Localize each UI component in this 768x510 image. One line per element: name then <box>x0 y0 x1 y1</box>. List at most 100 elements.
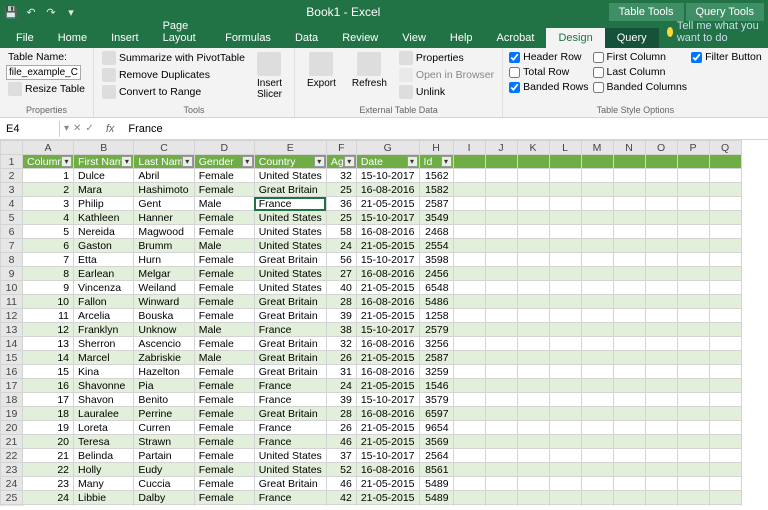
cell[interactable] <box>549 295 581 309</box>
cell[interactable] <box>517 323 549 337</box>
cell[interactable]: 3259 <box>419 365 453 379</box>
cell[interactable] <box>613 225 645 239</box>
cell[interactable] <box>613 379 645 393</box>
cell[interactable]: 2564 <box>419 449 453 463</box>
column-header[interactable]: I <box>453 141 485 155</box>
row-header[interactable]: 14 <box>1 337 23 351</box>
cell[interactable] <box>453 365 485 379</box>
cell[interactable]: 16-08-2016 <box>356 337 419 351</box>
total-row-check[interactable]: Total Row <box>509 65 588 79</box>
cell[interactable] <box>613 309 645 323</box>
cell[interactable] <box>677 379 709 393</box>
cell[interactable] <box>485 169 517 183</box>
cell[interactable] <box>581 379 613 393</box>
column-header[interactable]: F <box>326 141 356 155</box>
cell[interactable] <box>645 267 677 281</box>
cell[interactable] <box>645 421 677 435</box>
cell[interactable]: 21-05-2015 <box>356 435 419 449</box>
cell[interactable] <box>613 449 645 463</box>
undo-icon[interactable]: ↶ <box>24 5 38 19</box>
cell[interactable] <box>613 211 645 225</box>
cell[interactable]: 15-10-2017 <box>356 253 419 267</box>
cell[interactable]: Gent <box>134 197 194 211</box>
column-header[interactable]: H <box>419 141 453 155</box>
cell[interactable]: United States <box>254 225 326 239</box>
column-header[interactable]: E <box>254 141 326 155</box>
unlink-button[interactable]: Unlink <box>397 84 496 100</box>
cell[interactable] <box>613 491 645 505</box>
cell[interactable] <box>453 267 485 281</box>
cell[interactable]: 2587 <box>419 197 453 211</box>
cell[interactable] <box>613 351 645 365</box>
cell[interactable]: 3569 <box>419 435 453 449</box>
cell[interactable] <box>709 449 741 463</box>
cell[interactable] <box>549 505 581 507</box>
cell[interactable] <box>453 463 485 477</box>
cell[interactable] <box>677 155 709 169</box>
row-header[interactable]: 3 <box>1 183 23 197</box>
cell[interactable]: 40 <box>326 281 356 295</box>
cell[interactable] <box>613 323 645 337</box>
cell[interactable] <box>709 309 741 323</box>
cell[interactable] <box>709 225 741 239</box>
cell[interactable]: Earlean <box>74 267 134 281</box>
cell[interactable] <box>709 155 741 169</box>
cell[interactable] <box>485 505 517 507</box>
cell[interactable]: 21-05-2015 <box>356 379 419 393</box>
cell[interactable]: Shavonne <box>74 379 134 393</box>
cell[interactable]: 3256 <box>419 337 453 351</box>
cell[interactable] <box>677 491 709 505</box>
cell[interactable] <box>581 337 613 351</box>
cell[interactable]: 36 <box>326 197 356 211</box>
cell[interactable]: Holly <box>74 463 134 477</box>
cell[interactable]: Strawn <box>134 435 194 449</box>
cell[interactable] <box>613 169 645 183</box>
cell[interactable]: 2587 <box>419 351 453 365</box>
name-box[interactable]: E4 <box>0 121 60 137</box>
cell[interactable]: Great Britain <box>254 351 326 365</box>
cell[interactable]: Hashimoto <box>134 183 194 197</box>
cell[interactable]: 15 <box>23 365 74 379</box>
cell[interactable]: 16-08-2016 <box>356 407 419 421</box>
cell[interactable] <box>709 491 741 505</box>
cell[interactable]: United States <box>254 169 326 183</box>
cell[interactable]: Female <box>194 211 254 225</box>
cell[interactable] <box>485 337 517 351</box>
cell[interactable] <box>549 323 581 337</box>
cell[interactable] <box>645 449 677 463</box>
cell[interactable]: Male <box>194 323 254 337</box>
cell[interactable] <box>453 351 485 365</box>
cell[interactable]: Shavon <box>74 393 134 407</box>
tab-file[interactable]: File <box>4 28 46 48</box>
convert-range-button[interactable]: Convert to Range <box>100 84 247 100</box>
cell[interactable] <box>453 253 485 267</box>
cell[interactable] <box>677 169 709 183</box>
cell[interactable] <box>645 253 677 267</box>
cell[interactable] <box>677 435 709 449</box>
cell[interactable]: France <box>254 435 326 449</box>
cell[interactable] <box>453 309 485 323</box>
cell[interactable] <box>517 505 549 507</box>
cell[interactable] <box>453 155 485 169</box>
table-name-input[interactable] <box>6 65 81 80</box>
cell[interactable]: 3579 <box>419 393 453 407</box>
remove-duplicates-button[interactable]: Remove Duplicates <box>100 67 247 83</box>
row-header[interactable]: 4 <box>1 197 23 211</box>
cell[interactable] <box>517 421 549 435</box>
cell[interactable]: Unknow <box>134 323 194 337</box>
cell[interactable]: 9654 <box>419 421 453 435</box>
cell[interactable]: Nereida <box>74 225 134 239</box>
cell[interactable] <box>645 323 677 337</box>
cell[interactable]: 25 <box>23 505 74 507</box>
cell[interactable]: Libbie <box>74 491 134 505</box>
cell[interactable] <box>709 169 741 183</box>
cell[interactable] <box>581 421 613 435</box>
cell[interactable] <box>581 169 613 183</box>
cell[interactable] <box>549 407 581 421</box>
cell[interactable] <box>613 337 645 351</box>
cell[interactable] <box>709 477 741 491</box>
cell[interactable] <box>549 183 581 197</box>
cell[interactable]: 2554 <box>419 239 453 253</box>
cell[interactable] <box>613 253 645 267</box>
cell[interactable]: Vincenza <box>74 281 134 295</box>
